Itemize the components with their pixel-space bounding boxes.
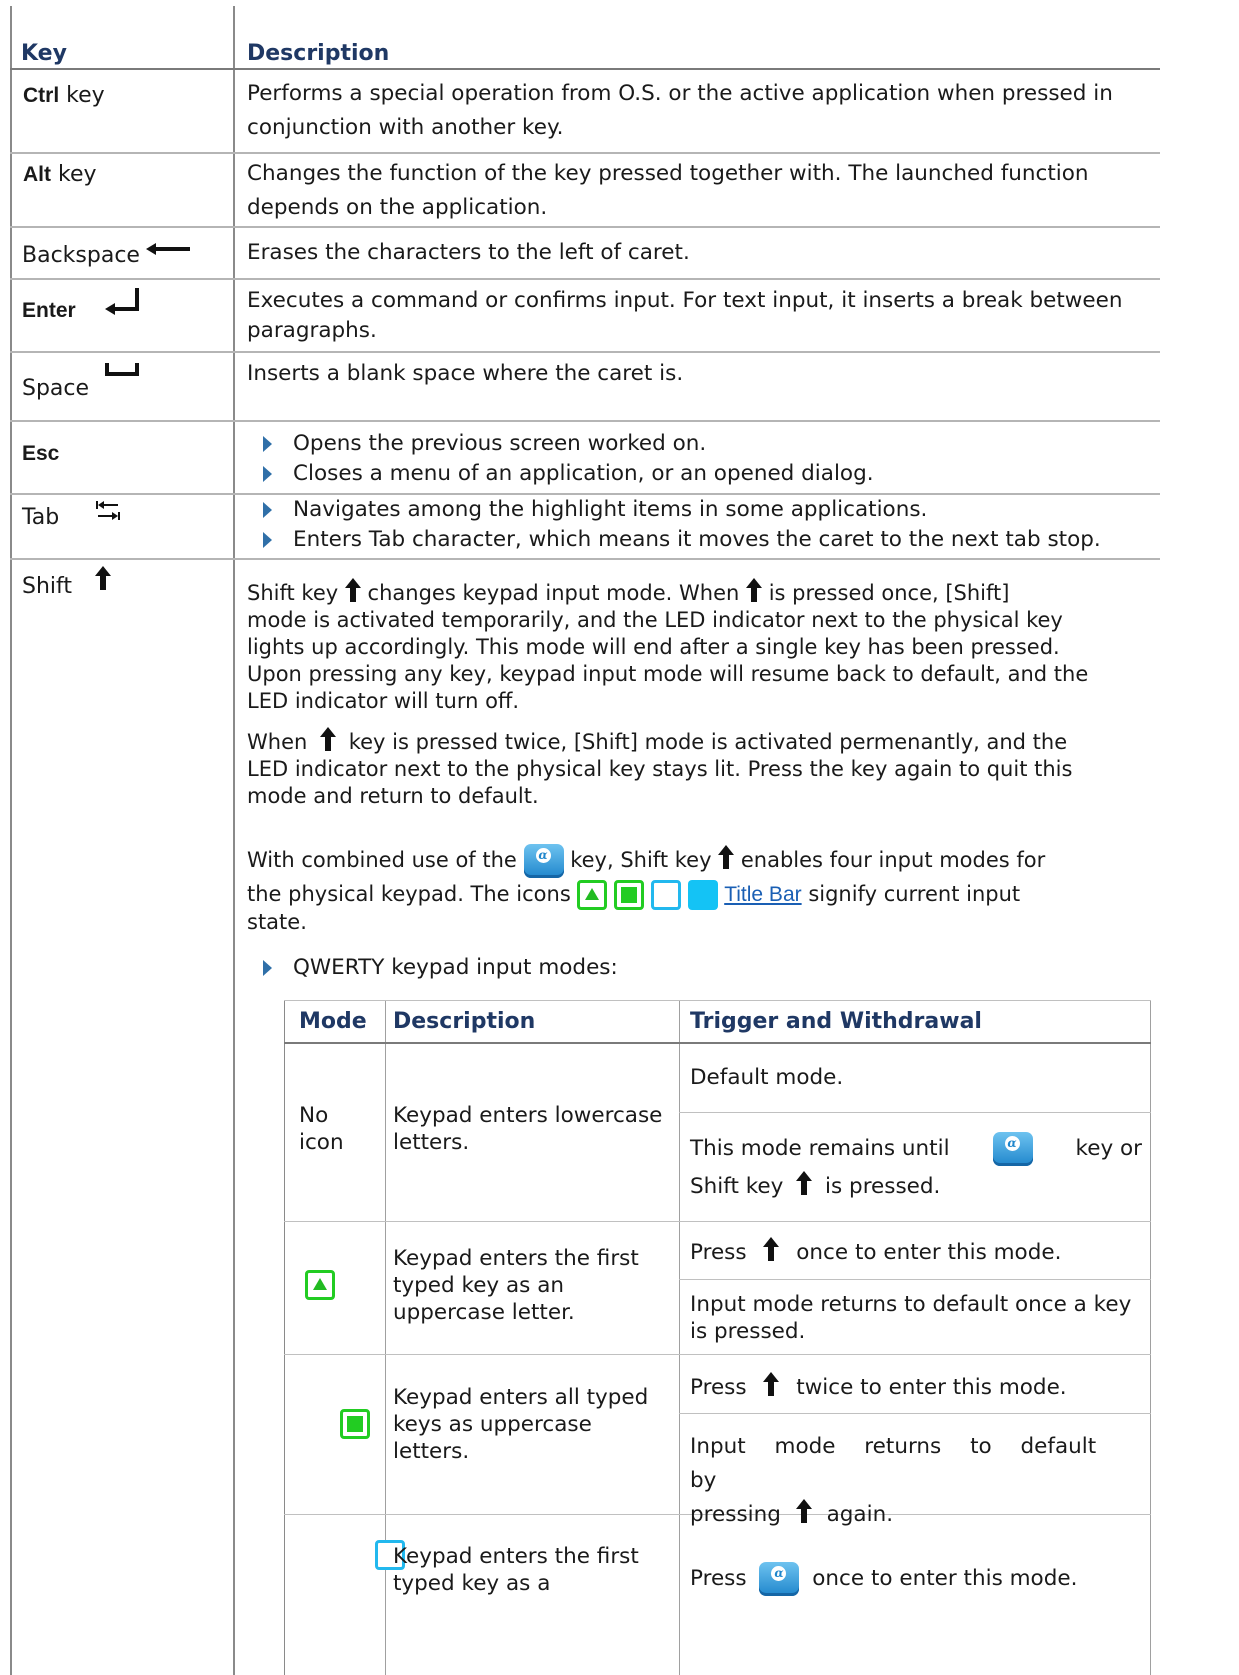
table-col-divider: [233, 6, 235, 1675]
key-ctrl: Ctrl key: [23, 83, 105, 108]
subtable-row-divider: [679, 1413, 1151, 1414]
subrow-2-trigger-2: Input mode returns to default once a key…: [690, 1292, 1132, 1344]
esc-bullet-2: Closes a menu of an application, or an o…: [293, 461, 874, 486]
qwerty-bullet: QWERTY keypad input modes:: [293, 955, 618, 980]
key-space: Space: [22, 376, 90, 401]
title-bar-link[interactable]: Title Bar: [724, 883, 801, 906]
desc-space: Inserts a blank space where the caret is…: [247, 361, 684, 386]
shift-paragraph-2: When key is pressed twice, [Shift] mode …: [247, 727, 1152, 810]
header-key: Key: [21, 41, 67, 66]
row-divider: [10, 278, 1160, 280]
row-divider: [10, 420, 1160, 422]
row-divider: [10, 351, 1160, 353]
triangle-mode-icon: [577, 880, 608, 910]
up-arrow-icon: [320, 727, 336, 751]
key-enter: Enter: [22, 299, 76, 322]
desc-backspace: Erases the characters to the left of car…: [247, 240, 690, 265]
desc-enter: Executes a command or confirms input. Fo…: [247, 288, 1123, 343]
filled-mode-icon: [687, 880, 718, 910]
subrow-4-description: Keypad enters the first typed key as a: [393, 1544, 639, 1596]
shift-paragraph-1: Shift key changes keypad input mode. Whe…: [247, 578, 1152, 715]
subtable-top: [284, 1000, 1151, 1001]
alpha-key-icon: α: [992, 1132, 1033, 1166]
up-arrow-icon: [796, 1499, 812, 1523]
row-divider: [10, 558, 1160, 560]
up-arrow-icon: [345, 578, 361, 602]
subtable-header-mode: Mode: [299, 1009, 367, 1034]
subtable-border: [1150, 1000, 1151, 1675]
alpha-key-icon: α: [523, 844, 564, 878]
subtable-row-divider: [284, 1354, 1151, 1355]
subtable-header-trigger: Trigger and Withdrawal: [690, 1009, 982, 1034]
key-alt: Alt key: [23, 162, 97, 187]
outline-mode-icon: [650, 880, 681, 910]
table-left-border: [10, 6, 12, 1675]
subrow-1-trigger-1: Default mode.: [690, 1065, 844, 1090]
up-arrow-icon: [746, 578, 762, 602]
header-description: Description: [247, 41, 390, 66]
desc-alt: Changes the function of the key pressed …: [247, 161, 1089, 220]
header-underline: [10, 68, 1160, 70]
bullet-marker: [263, 502, 272, 518]
key-shift: Shift: [22, 574, 73, 599]
square-mode-icon: [614, 880, 645, 910]
space-bar-icon: [105, 363, 139, 376]
subrow-3-trigger-1: Press twice to enter this mode.: [690, 1372, 1067, 1401]
up-arrow-icon: [796, 1171, 812, 1195]
bullet-marker: [263, 960, 272, 976]
row-divider: [10, 152, 1160, 154]
row-divider: [10, 226, 1160, 228]
bullet-marker: [263, 466, 272, 482]
subtable-col-divider: [385, 1000, 386, 1675]
subrow-1-trigger-2: This mode remains until α key or Shift k…: [690, 1130, 1142, 1206]
up-arrow-icon: [763, 1372, 779, 1396]
subtable-border: [284, 1000, 285, 1675]
subtable-row-divider: [284, 1221, 1151, 1222]
subrow-3-description: Keypad enters all typed keys as uppercas…: [393, 1385, 649, 1464]
subtable-row-divider: [679, 1112, 1151, 1113]
up-arrow-icon: [95, 566, 111, 590]
subrow-1-description: Keypad enters lowercase letters.: [393, 1103, 663, 1155]
key-backspace: Backspace: [22, 243, 140, 268]
subrow-3-trigger-2: Input mode returns to default by pressin…: [690, 1434, 1097, 1527]
shift-paragraph-3: With combined use of the α key, Shift ke…: [247, 843, 1152, 933]
tab-arrows-icon: [96, 501, 120, 520]
up-arrow-icon: [718, 845, 734, 869]
subtable-header-underline: [284, 1042, 1151, 1044]
up-arrow-icon: [763, 1237, 779, 1261]
return-arrow-icon: [105, 288, 139, 315]
bullet-marker: [263, 436, 272, 452]
key-tab: Tab: [22, 505, 60, 530]
subrow-2-trigger-1: Press once to enter this mode.: [690, 1237, 1061, 1266]
tab-bullet-1: Navigates among the highlight items in s…: [293, 497, 928, 522]
desc-ctrl: Performs a special operation from O.S. o…: [247, 81, 1113, 140]
left-arrow-icon: [146, 243, 190, 255]
subtable-row-divider: [679, 1279, 1151, 1280]
esc-bullet-1: Opens the previous screen worked on.: [293, 431, 707, 456]
key-esc: Esc: [22, 442, 60, 465]
bullet-marker: [263, 532, 272, 548]
subrow-2-description: Keypad enters the first typed key as an …: [393, 1246, 639, 1325]
tab-bullet-2: Enters Tab character, which means it mov…: [293, 527, 1101, 552]
alpha-key-icon: α: [759, 1562, 800, 1596]
triangle-mode-icon: [305, 1270, 335, 1300]
mode-no-icon: No icon: [299, 1103, 344, 1155]
subtable-col-divider: [679, 1000, 680, 1675]
subtable-header-description: Description: [393, 1009, 536, 1034]
subrow-4-trigger-1: Press α once to enter this mode.: [690, 1562, 1077, 1596]
square-mode-icon: [340, 1409, 371, 1439]
